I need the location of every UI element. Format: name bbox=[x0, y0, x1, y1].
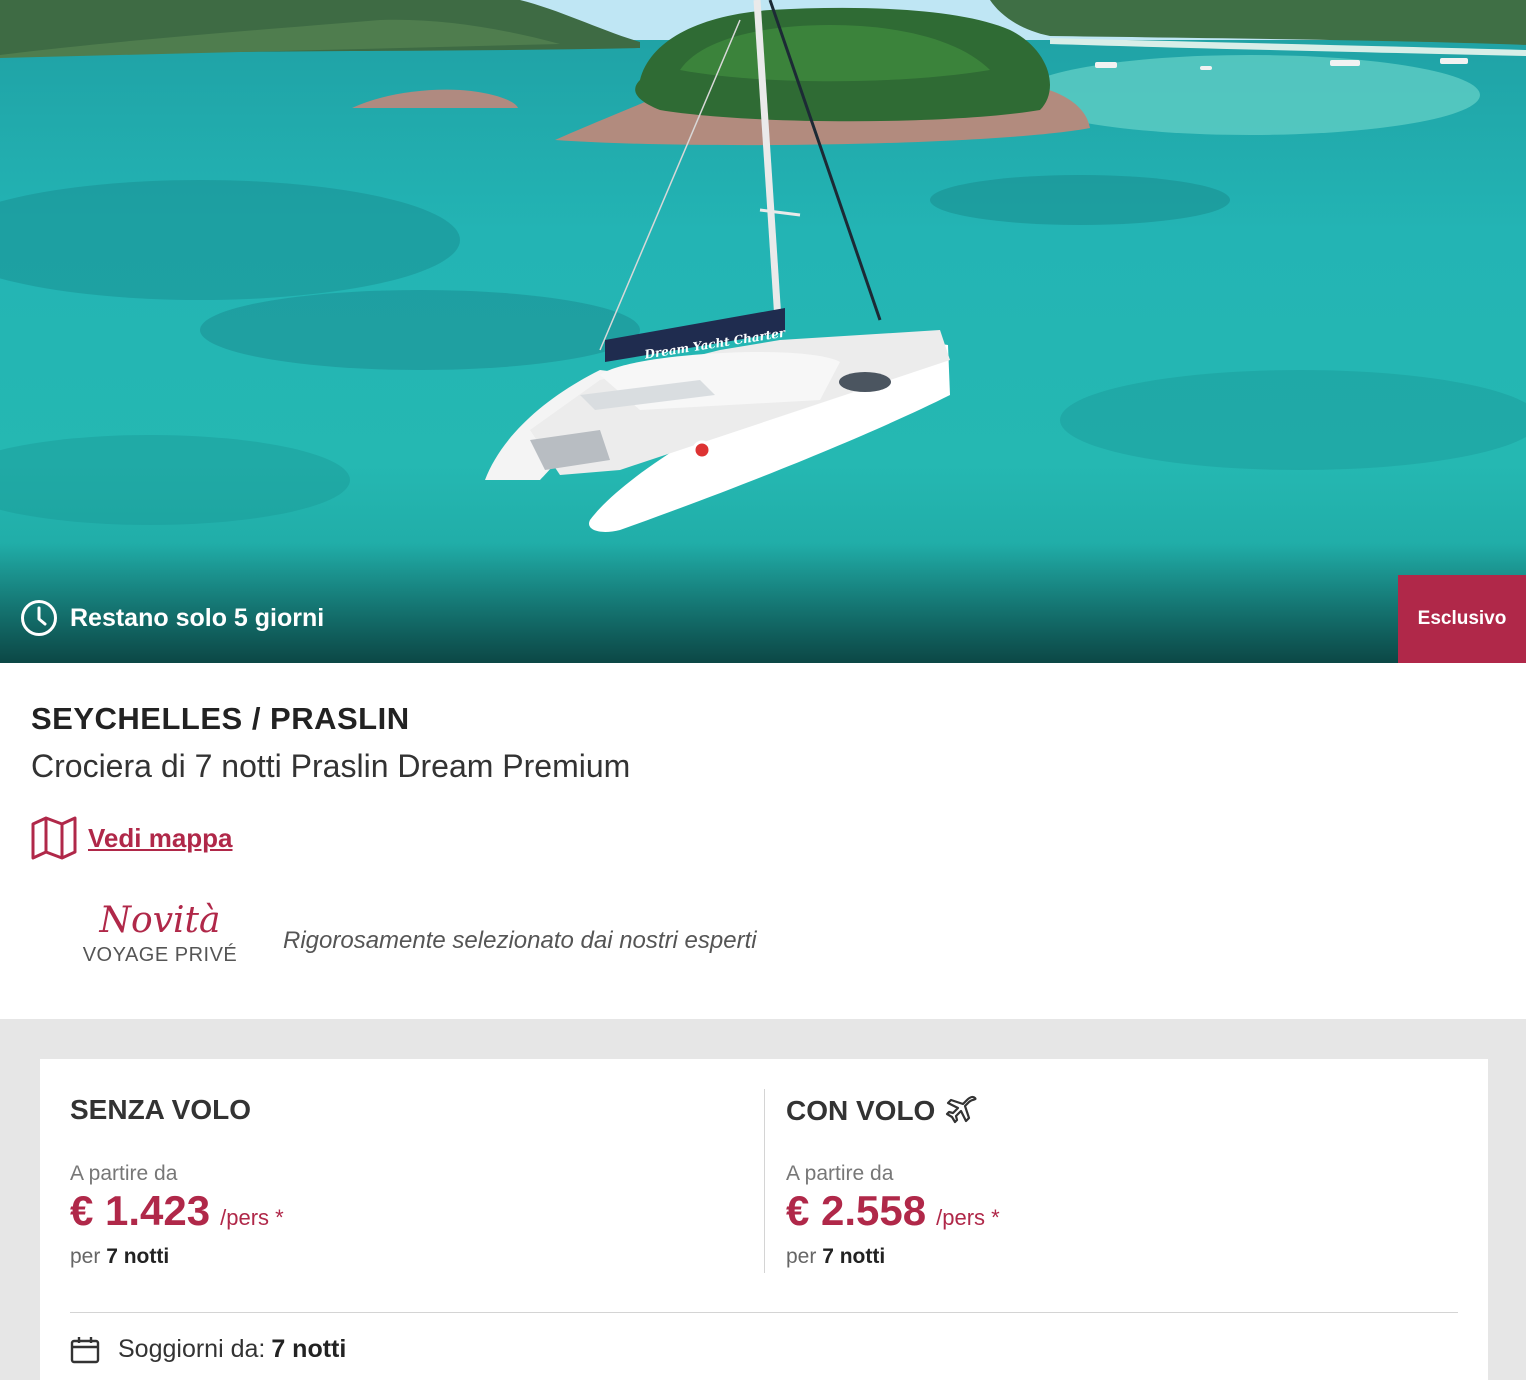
calendar-icon bbox=[70, 1336, 100, 1363]
countdown-timer: Restano solo 5 giorni bbox=[20, 598, 324, 638]
stays-label: Soggiorni da: bbox=[118, 1335, 266, 1363]
tagline: Rigorosamente selezionato dai nostri esp… bbox=[283, 927, 757, 954]
novita-label: Novità VOYAGE PRIVÉ bbox=[80, 900, 240, 967]
countdown-text: Restano solo 5 giorni bbox=[70, 603, 325, 632]
pricing-card: SENZA VOLO A partire da € 1.423 /pers * … bbox=[40, 1059, 1488, 1389]
column-divider bbox=[764, 1089, 765, 1273]
exclusive-badge: Esclusivo bbox=[1398, 575, 1526, 663]
nights-prefix: per bbox=[786, 1245, 817, 1268]
offer-title: Crociera di 7 notti Praslin Dream Premiu… bbox=[31, 748, 631, 784]
novita-brand: VOYAGE PRIVÉ bbox=[82, 944, 238, 966]
per-person-label: /pers * bbox=[936, 1205, 1000, 1230]
plane-icon bbox=[946, 1095, 977, 1124]
view-map-link[interactable]: Vedi mappa bbox=[30, 815, 233, 861]
row-divider bbox=[70, 1312, 1458, 1313]
price-value: € 2.558 bbox=[786, 1187, 927, 1234]
price-row: € 1.423 /pers * bbox=[70, 1187, 284, 1235]
with-flight-title-row: CON VOLO bbox=[786, 1094, 979, 1128]
nights-info: per 7 notti bbox=[70, 1245, 169, 1269]
from-label: A partire da bbox=[786, 1162, 894, 1185]
price-row: € 2.558 /pers * bbox=[786, 1187, 1000, 1235]
from-label: A partire da bbox=[70, 1162, 178, 1185]
novita-title: Novità bbox=[99, 900, 221, 941]
without-flight-title: SENZA VOLO bbox=[70, 1094, 251, 1125]
hero-image[interactable]: Dream Yacht Charter Restano solo 5 giorn… bbox=[0, 0, 1526, 663]
pricing-section: SENZA VOLO A partire da € 1.423 /pers * … bbox=[0, 1019, 1526, 1389]
per-person-label: /pers * bbox=[220, 1205, 284, 1230]
map-icon bbox=[31, 816, 77, 860]
clock-icon bbox=[21, 600, 57, 636]
nights-prefix: per bbox=[70, 1245, 101, 1268]
nights-value: 7 notti bbox=[106, 1245, 170, 1268]
price-value: € 1.423 bbox=[70, 1187, 211, 1234]
nights-value: 7 notti bbox=[822, 1245, 886, 1268]
destination-title: SEYCHELLES / PRASLIN bbox=[31, 701, 410, 736]
stays-value: 7 notti bbox=[271, 1335, 347, 1363]
stays-info: Soggiorni da: 7 notti bbox=[70, 1335, 346, 1364]
view-map-label[interactable]: Vedi mappa bbox=[88, 823, 233, 854]
with-flight-title: CON VOLO bbox=[786, 1095, 936, 1126]
nights-info: per 7 notti bbox=[786, 1245, 885, 1269]
